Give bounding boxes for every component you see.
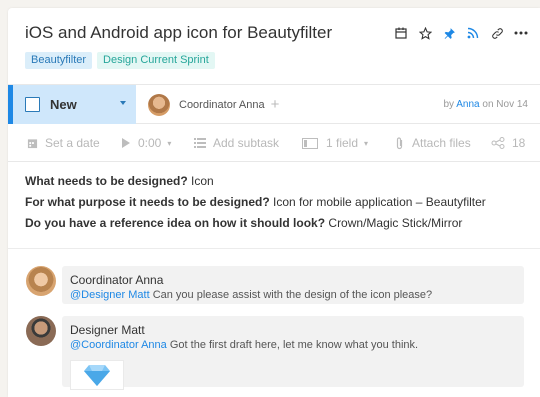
assignee-name: Coordinator Anna [179,99,265,111]
comment-body: Got the first draft here, let me know wh… [166,339,419,351]
byline-prefix: by [443,99,455,110]
status-dropdown[interactable]: New [8,85,136,124]
byline: by Anna on Nov 14 [443,99,528,110]
description-line: Do you have a reference idea on how it s… [25,213,528,234]
timer-button[interactable]: 0:00 ▾ [119,136,171,150]
custom-field-button[interactable]: 1 field ▾ [301,136,368,150]
status-row: New Coordinator Anna + by Anna on Nov 14 [8,84,540,124]
complete-checkbox[interactable] [25,97,40,112]
share-button[interactable]: 18 [490,136,525,150]
subtask-icon [194,137,206,149]
byline-date: on Nov 14 [482,99,528,110]
play-icon [119,137,131,149]
diamond-icon [84,365,110,386]
timer-value: 0:00 [138,136,162,150]
set-date-label: Set a date [45,136,100,150]
tag-design-sprint[interactable]: Design Current Sprint [97,52,215,69]
mention-link[interactable]: @Designer Matt [70,289,150,301]
description-line: For what purpose it needs to be designed… [25,192,528,213]
calendar-icon[interactable] [394,26,408,40]
chevron-down-icon: ▾ [167,138,172,148]
title-actions [394,26,528,40]
share-icon [490,137,505,149]
set-date-button[interactable]: Set a date [26,136,100,150]
toolbar: Set a date 0:00 ▾ Add subtask 1 field ▾ [8,124,540,162]
comment-text: @Coordinator Anna Got the first draft he… [70,338,516,353]
avatar [148,94,170,116]
add-subtask-label: Add subtask [213,136,280,150]
add-subtask-button[interactable]: Add subtask [194,136,279,150]
answer-text: Icon [187,174,214,188]
question-label: What needs to be designed? [25,174,188,188]
calendar-icon [26,137,38,149]
comment-author[interactable]: Designer Matt [70,323,516,337]
more-icon[interactable] [514,26,528,40]
comment-bubble: Coordinator Anna @Designer Matt Can you … [62,266,524,304]
tag-beautyfilter[interactable]: Beautyfilter [25,52,93,69]
attachment-thumbnail[interactable] [70,360,124,390]
comment-bubble: Designer Matt @Coordinator Anna Got the … [62,316,524,390]
star-icon[interactable] [418,26,432,40]
share-count: 18 [512,136,526,150]
title-row: iOS and Android app icon for Beautyfilte… [25,22,540,46]
rss-icon[interactable] [466,26,480,40]
question-label: For what purpose it needs to be designed… [25,195,270,209]
comment-text: @Designer Matt Can you please assist wit… [70,288,516,303]
question-label: Do you have a reference idea on how it s… [25,216,326,230]
chevron-down-icon: ▾ [364,138,369,148]
byline-author[interactable]: Anna [456,99,479,110]
pin-icon[interactable] [442,26,456,40]
status-label: New [50,97,77,112]
description-line: What needs to be designed? Icon [25,171,528,192]
avatar[interactable] [26,316,56,346]
avatar[interactable] [26,266,56,296]
answer-text: Crown/Magic Stick/Mirror [325,216,463,230]
chevron-down-icon [120,101,126,105]
attach-files-button[interactable]: Attach files [393,136,471,150]
mention-link[interactable]: @Coordinator Anna [70,339,167,351]
answer-text: Icon for mobile application – Beautyfilt… [269,195,486,209]
divider [8,248,540,249]
field-icon [301,137,319,149]
field-count: 1 field [326,136,359,150]
link-icon[interactable] [490,26,504,40]
attach-files-label: Attach files [412,136,471,150]
add-assignee-icon[interactable]: + [271,97,280,112]
paperclip-icon [393,136,405,149]
comment-author[interactable]: Coordinator Anna [70,273,516,287]
task-description[interactable]: What needs to be designed? Icon For what… [25,171,528,234]
comment-body: Can you please assist with the design of… [149,289,433,301]
task-card: iOS and Android app icon for Beautyfilte… [8,8,540,397]
tag-list: Beautyfilter Design Current Sprint [25,52,215,69]
assignee[interactable]: Coordinator Anna + [148,94,279,116]
